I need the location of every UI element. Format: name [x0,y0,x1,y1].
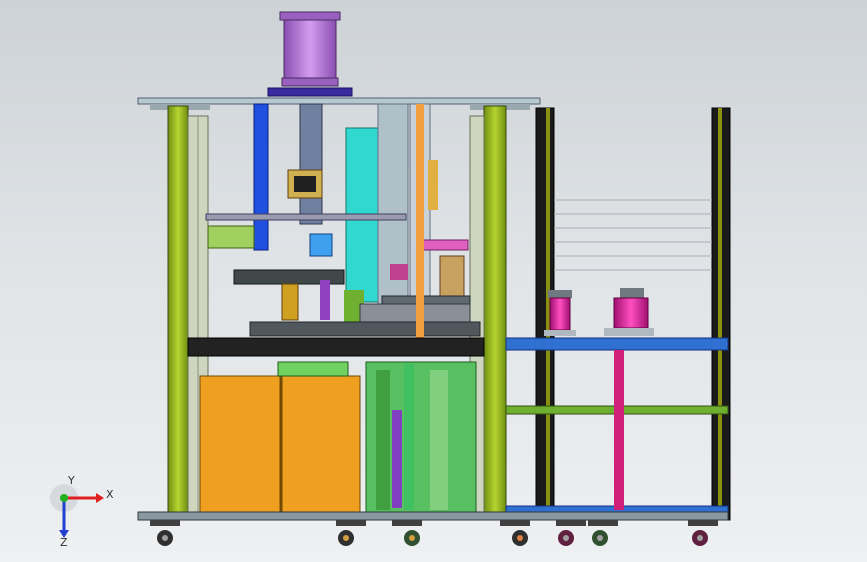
base-frame [137,511,729,521]
top-plate [137,97,541,110]
guide-lines [554,199,712,271]
cad-assembly-view [137,11,731,546]
coordinate-triad: X Y Z [44,474,114,550]
z-axis-label: Z [60,536,68,549]
orange-door-panel [199,375,361,513]
caster-wheels [150,520,718,546]
blue-column [253,103,269,251]
central-mechanism [205,103,481,340]
y-axis-label: Y [68,474,75,487]
machine-table [187,337,485,357]
wire-spool-right [604,288,654,336]
x-axis-label: X [106,488,114,501]
axis-arrows-icon [50,484,104,538]
top-air-cylinder [267,11,353,97]
